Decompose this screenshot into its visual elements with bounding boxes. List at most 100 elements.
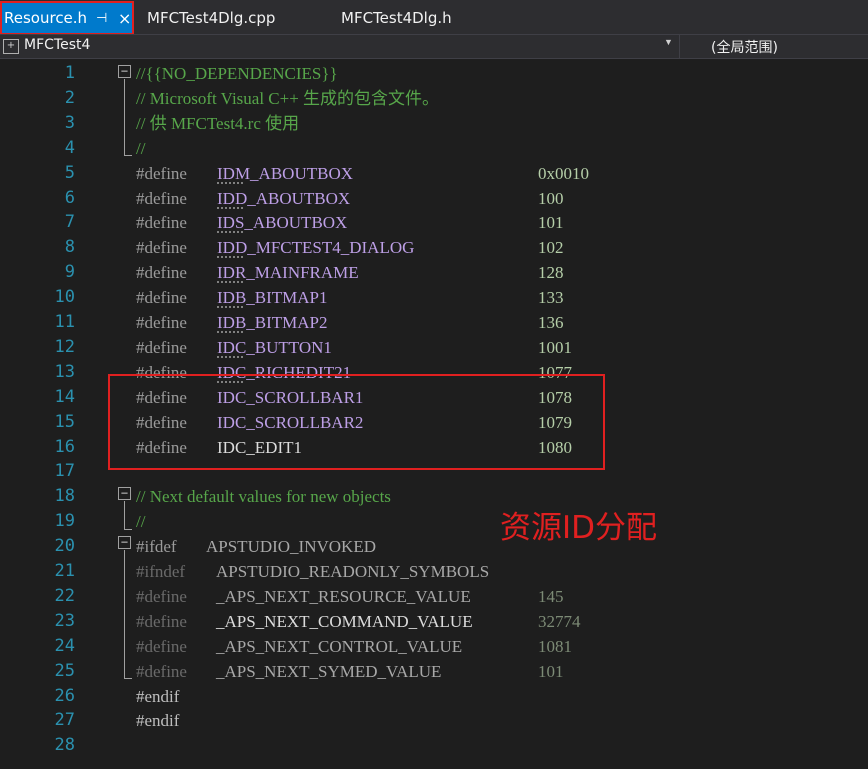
line-number: 16 [54, 436, 75, 457]
line-number: 19 [54, 511, 75, 532]
macro-value: 133 [538, 288, 564, 308]
fold-guide-end [124, 155, 132, 156]
tab-resource-h[interactable]: Resource.h ⊣ × [0, 3, 134, 34]
project-dropdown[interactable]: + MFCTest4 ▼ [0, 35, 680, 59]
project-label: MFCTest4 [24, 37, 91, 53]
preprocessor-keyword: #define [136, 362, 187, 382]
line-number: 27 [54, 710, 75, 731]
line-number: 3 [64, 112, 75, 133]
preprocessor-keyword: #define [136, 387, 187, 407]
fold-toggle-icon[interactable]: − [118, 536, 131, 549]
code-editor[interactable]: 1 //{{NO_DEPENDENCIES}} 2 // Microsoft Visu… [0, 59, 868, 769]
tab-mfctest4dlg-h[interactable]: MFCTest4Dlg.h [341, 4, 452, 32]
code-line[interactable]: 21 #ifndef APSTUDIO_READONLY_SYMBOLS [0, 559, 868, 584]
line-number: 11 [54, 312, 75, 332]
macro-name: IDD_MFCTEST4_DIALOG [217, 238, 415, 258]
squiggle-hint [217, 256, 243, 259]
preprocessor-keyword: #define [136, 586, 187, 606]
squiggle-hint [217, 231, 243, 234]
squiggle-hint [217, 281, 243, 284]
preprocessor-keyword: #define [136, 412, 187, 432]
line-number: 14 [54, 386, 75, 407]
macro-value: 1080 [538, 437, 572, 457]
scope-dropdown[interactable]: (全局范围) [711, 37, 778, 57]
squiggle-hint [217, 331, 243, 333]
preprocessor-keyword: #define [136, 213, 187, 233]
code-line[interactable]: 2 // Microsoft Visual C++ 生成的包含文件。 [0, 86, 868, 111]
macro-name: _APS_NEXT_RESOURCE_VALUE [216, 586, 471, 606]
code-line[interactable]: 6 #define IDD_ABOUTBOX 100 [0, 186, 868, 211]
code-line[interactable]: 26 #endif [0, 684, 868, 709]
macro-value: 102 [538, 238, 564, 258]
code-line[interactable]: 10 #define IDB_BITMAP1 133 [0, 285, 868, 310]
navigation-bar: + MFCTest4 ▼ (全局范围) [0, 34, 868, 59]
preprocessor-keyword: #define [136, 238, 187, 258]
code-comment: // [136, 138, 146, 158]
macro-value: 100 [538, 188, 564, 208]
code-line[interactable]: 5 #define IDM_ABOUTBOX 0x0010 [0, 161, 868, 186]
macro-name: APSTUDIO_INVOKED [206, 537, 376, 557]
code-line[interactable]: 24 #define _APS_NEXT_CONTROL_VALUE 1081 [0, 634, 868, 659]
line-number: 8 [64, 237, 75, 258]
fold-toggle-icon[interactable]: − [118, 65, 131, 78]
macro-name: IDC_SCROLLBAR1 [217, 387, 364, 407]
preprocessor-keyword: #define [136, 636, 187, 656]
macro-value: 136 [538, 313, 564, 332]
line-number: 9 [64, 262, 75, 283]
code-line[interactable]: 4 // [0, 136, 868, 161]
preprocessor-keyword: #ifdef [136, 537, 177, 557]
code-line[interactable]: 3 // 供 MFCTest4.rc 使用 [0, 111, 868, 136]
tab-mfctest4dlg-cpp[interactable]: MFCTest4Dlg.cpp [147, 4, 275, 32]
code-line[interactable]: 17 [0, 459, 868, 484]
macro-value: 145 [538, 586, 564, 606]
line-number: 17 [54, 461, 75, 482]
line-number: 7 [64, 212, 75, 233]
line-number: 23 [54, 610, 75, 631]
line-number: 1 [64, 63, 75, 83]
code-line[interactable]: 28 [0, 733, 868, 758]
code-comment: // Next default values for new objects [136, 487, 391, 507]
code-line[interactable]: 15 #define IDC_SCROLLBAR2 1079 [0, 410, 868, 435]
preprocessor-keyword: #define [136, 263, 187, 283]
code-line[interactable]: 27 #endif [0, 708, 868, 733]
tab-label: Resource.h [4, 9, 88, 27]
preprocessor-keyword: #define [136, 437, 187, 457]
project-icon: + [3, 39, 19, 54]
code-line[interactable]: 23 #define _APS_NEXT_COMMAND_VALUE 32774 [0, 609, 868, 634]
macro-value: 128 [538, 263, 564, 283]
code-line[interactable]: 13 #define IDC_RICHEDIT21 1077 [0, 360, 868, 385]
squiggle-hint [217, 181, 243, 184]
code-comment: //{{NO_DEPENDENCIES}} [136, 64, 338, 83]
line-number: 22 [54, 585, 75, 606]
code-line[interactable]: 11 #define IDB_BITMAP2 136 [0, 310, 868, 335]
code-line[interactable]: 19 // [0, 509, 868, 534]
macro-name: _APS_NEXT_CONTROL_VALUE [216, 636, 463, 656]
code-line[interactable]: 16 #define IDC_EDIT1 1080 [0, 435, 868, 460]
line-number: 12 [54, 336, 75, 357]
line-number: 2 [64, 87, 75, 108]
code-line[interactable]: 8 #define IDD_MFCTEST4_DIALOG 102 [0, 235, 868, 260]
chevron-down-icon[interactable]: ▼ [664, 37, 673, 47]
code-line[interactable]: 14 #define IDC_SCROLLBAR1 1078 [0, 385, 868, 410]
line-number: 28 [54, 735, 75, 756]
line-number: 4 [64, 137, 75, 158]
line-number: 20 [54, 536, 75, 557]
fold-toggle-icon[interactable]: − [118, 487, 131, 500]
code-comment: // [136, 512, 146, 532]
macro-value: 1077 [538, 362, 572, 382]
code-line[interactable]: 25 #define _APS_NEXT_SYMED_VALUE 101 [0, 659, 868, 684]
code-comment: // Microsoft Visual C++ 生成的包含文件。 [136, 88, 440, 108]
line-number: 21 [54, 561, 75, 581]
code-line[interactable]: 12 #define IDC_BUTTON1 1001 [0, 335, 868, 360]
line-number: 6 [64, 187, 75, 208]
code-line[interactable]: 22 #define _APS_NEXT_RESOURCE_VALUE 145 [0, 584, 868, 609]
macro-value: 32774 [538, 611, 581, 631]
code-line[interactable]: 9 #define IDR_MAINFRAME 128 [0, 260, 868, 285]
macro-value: 1081 [538, 636, 572, 656]
fold-guide-end [124, 529, 132, 530]
close-icon[interactable]: × [118, 3, 131, 34]
macro-value: 1078 [538, 387, 572, 407]
code-line[interactable]: 7 #define IDS_ABOUTBOX 101 [0, 210, 868, 235]
pin-icon[interactable]: ⊣ [96, 3, 107, 34]
fold-guide-end [124, 678, 132, 679]
